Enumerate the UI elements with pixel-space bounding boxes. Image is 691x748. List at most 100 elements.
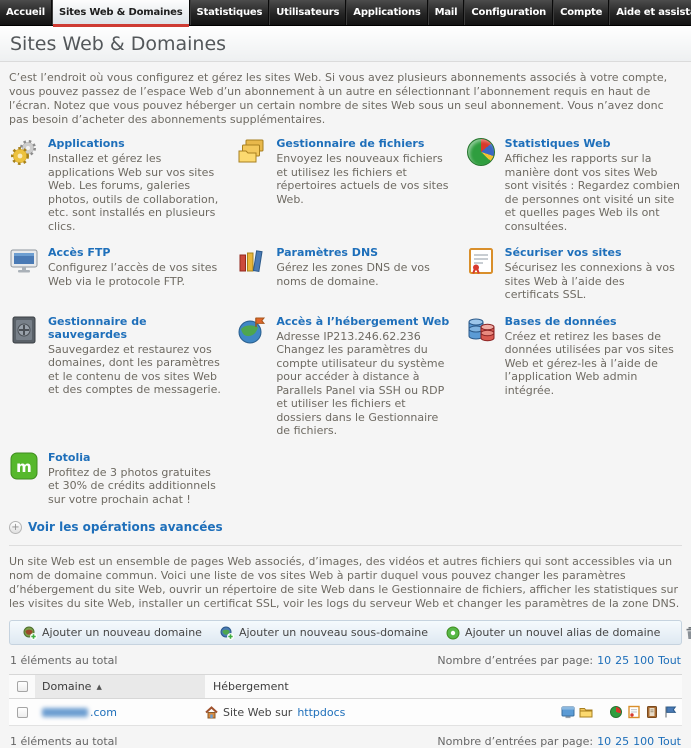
feature-desc: Sécurisez les connexions à vos sites Web… [505,261,682,302]
open-site-icon[interactable] [561,705,575,719]
feature-title-backup-manager[interactable]: Gestionnaire de sauvegardes [48,315,225,341]
feature-title-web-statistics[interactable]: Statistiques Web [505,137,682,150]
tab-statistiques[interactable]: Statistiques [190,0,270,25]
per-page-10[interactable]: 10 [597,654,611,667]
row-checkbox[interactable] [17,707,28,718]
tab-accueil[interactable]: Accueil [0,0,52,25]
add-domain-label: Ajouter un nouveau domaine [42,626,202,639]
per-page-selector: Nombre d’entrées par page: 10 25 100 Tout [437,735,681,748]
logs-icon[interactable] [645,705,659,719]
alias-icon [446,626,460,640]
feature-grid: Applications Installez et gérez les appl… [9,137,682,506]
feature-desc: Profitez de 3 photos gratuites et 30% de… [48,466,225,507]
feature-file-manager: Gestionnaire de fichiers Envoyez les nou… [237,137,453,233]
gears-icon [9,137,39,167]
trash-icon [684,626,691,640]
feature-desc: Sauvegardez et restaurez vos domaines, d… [48,343,225,397]
per-page-100[interactable]: 100 [633,654,654,667]
feature-title-databases[interactable]: Bases de données [505,315,682,328]
column-header-hosting[interactable]: Hébergement [205,675,289,698]
feature-backup-manager: Gestionnaire de sauvegardes Sauvegardez … [9,315,225,438]
file-manager-icon[interactable] [579,705,593,719]
hosting-ip-address: Adresse IP213.246.62.236 [276,330,453,344]
redacted-domain-name [42,708,88,717]
total-items-label: 1 éléments au total [10,654,117,667]
feature-title-applications[interactable]: Applications [48,137,225,150]
section-divider [9,545,682,546]
column-header-domain[interactable]: Domaine ▲ [35,675,205,698]
feature-ftp-access: Accès FTP Configurez l’accès de vos site… [9,246,225,302]
add-domain-alias-label: Ajouter un nouvel alias de domaine [465,626,660,639]
web-statistics-icon[interactable] [609,705,623,719]
tab-configuration[interactable]: Configuration [464,0,553,25]
feature-title-dns-settings[interactable]: Paramètres DNS [276,246,453,259]
feature-desc: Changez les paramètres du compte utilisa… [276,343,453,438]
tab-sites-web-domaines[interactable]: Sites Web & Domaines [52,0,190,25]
add-domain-alias-button[interactable]: Ajouter un nouvel alias de domaine [437,626,669,640]
add-domain-button[interactable]: Ajouter un nouveau domaine [14,626,211,640]
per-page-all[interactable]: Tout [658,735,681,748]
feature-dns-settings: Paramètres DNS Gérez les zones DNS de vo… [237,246,453,302]
domain-link[interactable]: .com [35,706,205,719]
feature-databases: Bases de données Créez et retirez les ba… [466,315,682,438]
feature-fotolia: m Fotolia Profitez de 3 photos gratuites… [9,451,225,507]
advanced-operations-link[interactable]: + Voir les opérations avancées [9,520,682,534]
feature-secure-sites: Sécuriser vos sites Sécurisez les connex… [466,246,682,302]
select-all-checkbox[interactable] [17,681,28,692]
feature-web-statistics: Statistiques Web Affichez les rapports s… [466,137,682,233]
websites-description-paragraph: Un site Web est un ensemble de pages Web… [9,555,682,611]
per-page-25[interactable]: 25 [615,654,629,667]
globe-add-icon [220,626,234,640]
page-header: Sites Web & Domaines [0,26,691,62]
row-action-icons [561,705,682,719]
per-page-label: Nombre d’entrées par page: [437,735,593,748]
tab-aide[interactable]: Aide et assistance technique [609,0,691,25]
list-meta-bottom: 1 éléments au total Nombre d’entrées par… [10,735,681,748]
delete-button[interactable]: Supprimer [675,626,691,640]
folders-icon [237,137,267,167]
feature-desc: Affichez les rapports sur la manière don… [505,152,682,233]
databases-icon [466,315,496,345]
monitor-icon [9,246,39,276]
feature-desc: Créez et retirez les bases de données ut… [505,330,682,398]
per-page-label: Nombre d’entrées par page: [437,654,593,667]
svg-text:m: m [16,458,32,476]
tab-mail[interactable]: Mail [428,0,465,25]
list-meta-top: 1 éléments au total Nombre d’entrées par… [10,654,681,667]
feature-desc: Configurez l’accès de vos sites Web via … [48,261,225,288]
feature-title-hosting-access[interactable]: Accès à l’hébergement Web [276,315,453,328]
add-subdomain-button[interactable]: Ajouter un nouveau sous-domaine [211,626,437,640]
intro-paragraph: C’est l’endroit où vous configurez et gé… [9,71,682,127]
per-page-100[interactable]: 100 [633,735,654,748]
per-page-25[interactable]: 25 [615,735,629,748]
page-title: Sites Web & Domaines [10,33,226,55]
per-page-all[interactable]: Tout [658,654,681,667]
feature-applications: Applications Installez et gérez les appl… [9,137,225,233]
total-items-label: 1 éléments au total [10,735,117,748]
table-header-row: Domaine ▲ Hébergement [9,675,682,699]
feature-title-ftp-access[interactable]: Accès FTP [48,246,225,259]
fotolia-logo-icon: m [9,451,39,481]
top-navigation: Accueil Sites Web & Domaines Statistique… [0,0,691,26]
add-subdomain-label: Ajouter un nouveau sous-domaine [239,626,428,639]
feature-title-fotolia[interactable]: Fotolia [48,451,225,464]
tab-compte[interactable]: Compte [553,0,609,25]
globe-flag-icon [237,315,267,345]
books-icon [237,246,267,276]
feature-desc: Gérez les zones DNS de vos noms de domai… [276,261,453,288]
hosting-type-label: Site Web sur [223,706,292,719]
feature-hosting-access: Accès à l’hébergement Web Adresse IP213.… [237,315,453,438]
ssl-certificate-icon[interactable] [627,705,641,719]
dns-zone-icon[interactable] [663,705,677,719]
feature-title-secure-sites[interactable]: Sécuriser vos sites [505,246,682,259]
advanced-operations-label: Voir les opérations avancées [28,520,223,534]
safe-icon [9,315,39,345]
domains-toolbar: Ajouter un nouveau domaine Ajouter un no… [9,620,682,645]
certificate-icon [466,246,496,276]
per-page-10[interactable]: 10 [597,735,611,748]
tab-applications[interactable]: Applications [346,0,427,25]
tab-utilisateurs[interactable]: Utilisateurs [269,0,346,25]
feature-title-file-manager[interactable]: Gestionnaire de fichiers [276,137,453,150]
expand-plus-icon: + [9,521,22,534]
httpdocs-link[interactable]: httpdocs [297,706,345,719]
